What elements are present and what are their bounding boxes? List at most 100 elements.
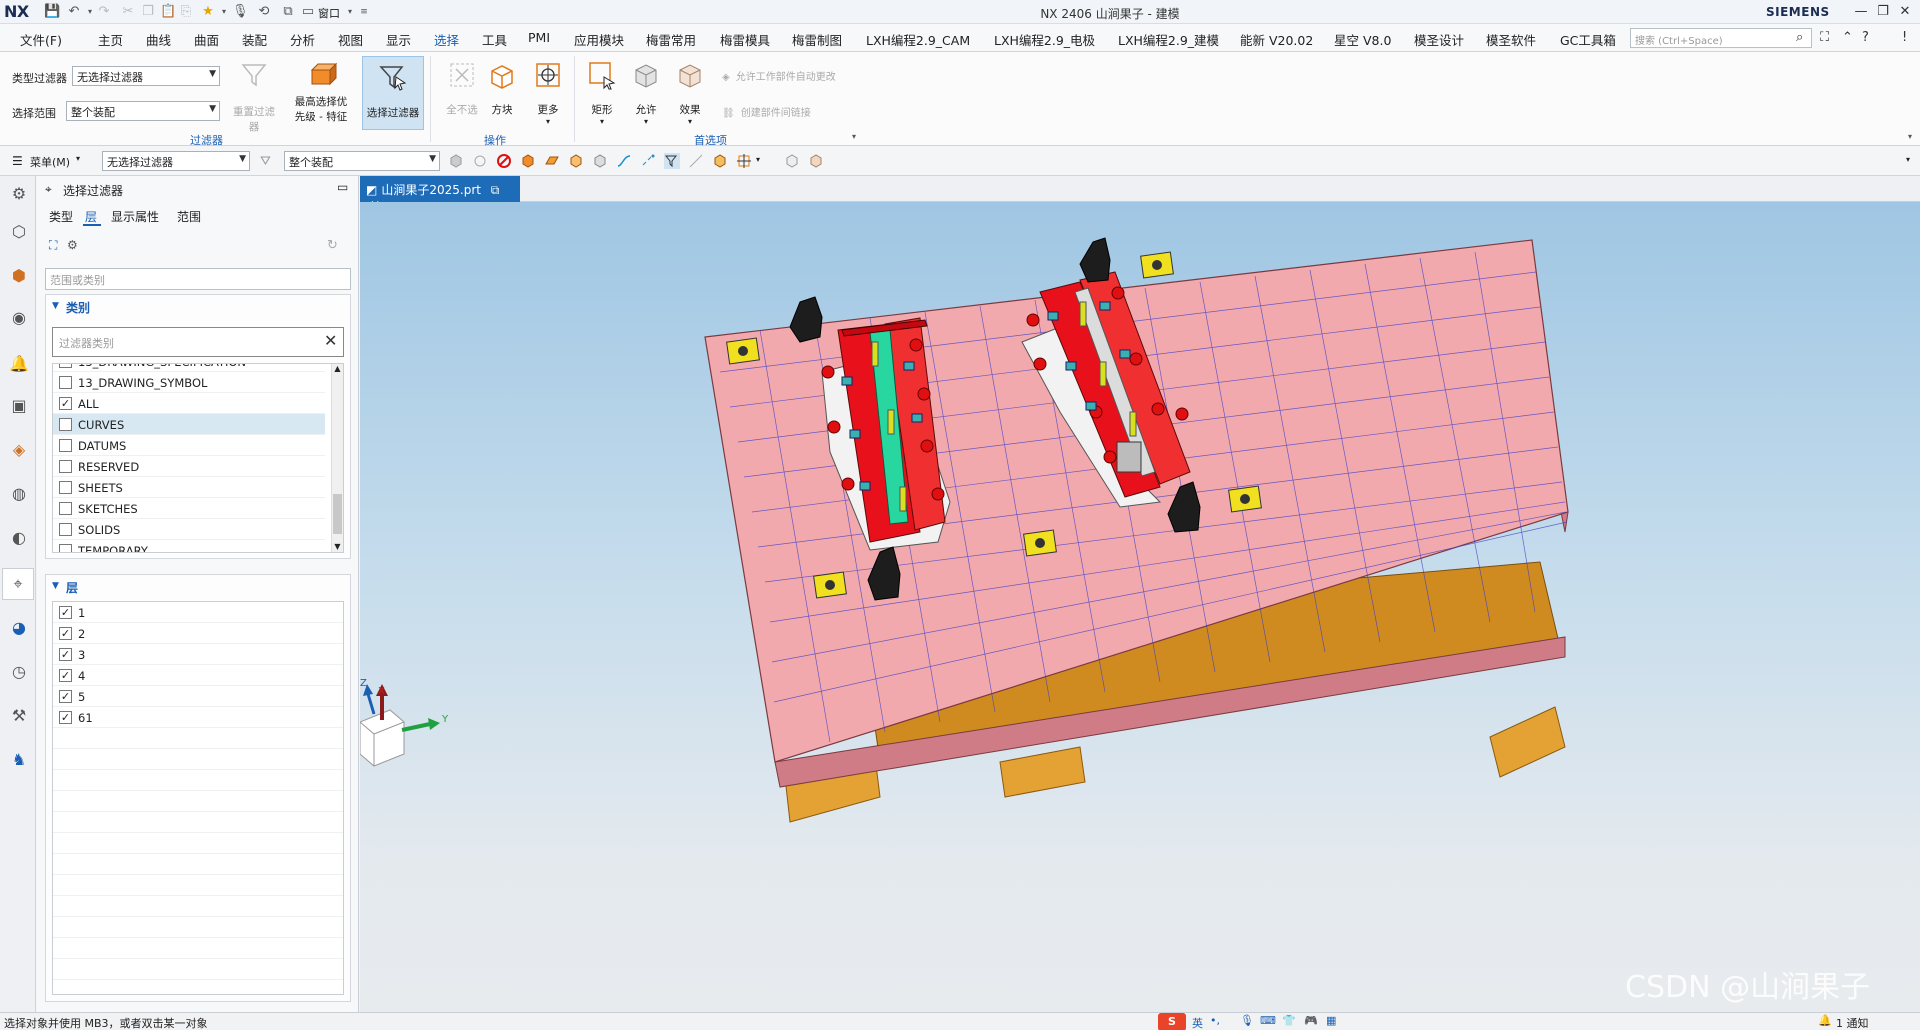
web-browser-icon[interactable]: ◈: [8, 438, 30, 460]
redo-icon[interactable]: ↷: [96, 4, 112, 20]
tab-lxh-modeling[interactable]: LXH编程2.9_建模: [1118, 30, 1219, 49]
panel-tab-display-props[interactable]: 显示属性: [111, 208, 159, 225]
toolbar-type-filter-combo[interactable]: 无选择过滤器 ▼: [102, 151, 250, 171]
layer-checkbox[interactable]: ✓: [59, 690, 72, 703]
layer-row[interactable]: ✓ 61: [53, 707, 343, 728]
face-icon[interactable]: [544, 153, 560, 169]
microphone-icon[interactable]: 🎙: [232, 4, 249, 20]
layer-checkbox[interactable]: ✓: [59, 606, 72, 619]
solid-body-icon[interactable]: [520, 153, 536, 169]
scroll-up-icon[interactable]: ▲: [332, 364, 343, 373]
category-checkbox[interactable]: [59, 418, 72, 431]
switch-window-icon[interactable]: ⧉: [280, 4, 296, 20]
type-filter-combo[interactable]: 无选择过滤器 ▼: [72, 66, 220, 86]
tab-applications[interactable]: 应用模块: [574, 30, 624, 49]
reuse-library-icon[interactable]: ▣: [8, 394, 30, 416]
history-palette-icon[interactable]: ◍: [8, 482, 30, 504]
save-icon[interactable]: 💾: [44, 4, 60, 20]
tab-meilei-mold[interactable]: 梅雷模具: [720, 30, 770, 49]
command-search-input[interactable]: 搜索 (Ctrl+Space): [1630, 28, 1812, 48]
search-icon[interactable]: ⌕: [1796, 30, 1803, 45]
select-filter-button[interactable]: 选择过滤器: [362, 56, 424, 130]
feature-select-icon[interactable]: [448, 153, 464, 169]
tab-select[interactable]: 选择: [431, 30, 462, 55]
close-icon[interactable]: ✕: [1894, 3, 1916, 21]
layer-filter-icon[interactable]: ⛶: [49, 238, 57, 253]
ime-punct-icon[interactable]: •,: [1210, 1014, 1220, 1027]
body-icon[interactable]: [592, 153, 608, 169]
category-checkbox[interactable]: [59, 481, 72, 494]
category-checkbox[interactable]: [59, 502, 72, 515]
category-checkbox[interactable]: [59, 376, 72, 389]
selection-filter-nav-icon[interactable]: ⌖: [2, 568, 34, 600]
category-row[interactable]: RESERVED: [53, 456, 325, 477]
menu-icon[interactable]: ☰: [12, 154, 23, 168]
category-row[interactable]: SHEETS: [53, 477, 325, 498]
process-studio-icon[interactable]: ◐: [8, 526, 30, 548]
tab-meilei-drawing[interactable]: 梅雷制图: [792, 30, 842, 49]
layer-row[interactable]: ✓ 4: [53, 665, 343, 686]
tab-float-icon[interactable]: ⧉: [491, 183, 500, 197]
curve-icon[interactable]: [616, 153, 632, 169]
sketch-icon[interactable]: [688, 153, 704, 169]
globe-icon[interactable]: ◕: [8, 616, 30, 638]
tab-assembly[interactable]: 装配: [242, 30, 267, 49]
assembly-icon[interactable]: [712, 153, 728, 169]
reset-icon[interactable]: ↻: [327, 238, 338, 253]
alert-icon[interactable]: !: [1902, 30, 1907, 45]
tab-tools[interactable]: 工具: [482, 30, 507, 49]
reset-filter-button[interactable]: 重置过滤器: [228, 58, 280, 134]
tab-meilei-common[interactable]: 梅雷常用: [646, 30, 696, 49]
category-checkbox[interactable]: [59, 460, 72, 473]
category-row[interactable]: DATUMS: [53, 435, 325, 456]
chevron-down-icon[interactable]: ▼: [52, 581, 59, 591]
layer-settings-icon[interactable]: ⚙: [67, 238, 78, 252]
clear-filter-icon[interactable]: ✕: [324, 331, 337, 350]
ime-toolbox-icon[interactable]: ▦: [1326, 1014, 1336, 1027]
clock-icon[interactable]: ◷: [8, 660, 30, 682]
tab-xingkong[interactable]: 星空 V8.0: [1334, 30, 1391, 49]
customize-qat-icon[interactable]: ≡: [356, 4, 372, 20]
window-menu[interactable]: 窗口: [318, 5, 340, 21]
category-scrollbar[interactable]: ▲ ▼: [331, 364, 343, 552]
fullscreen-icon[interactable]: ⛶: [1820, 30, 1829, 45]
scope-combo[interactable]: 整个装配 ▼: [66, 101, 220, 121]
tab-view[interactable]: 视图: [338, 30, 363, 49]
cut-icon[interactable]: ✂: [120, 4, 136, 20]
help-icon[interactable]: ?: [1862, 30, 1869, 45]
point-icon[interactable]: [640, 153, 656, 169]
tab-nengxin[interactable]: 能新 V20.02: [1240, 30, 1313, 49]
toolbar-options-icon[interactable]: ▾: [1906, 155, 1910, 164]
layer-row[interactable]: ✓ 1: [53, 602, 343, 623]
snap-point-icon[interactable]: [736, 153, 752, 169]
layer-checkbox[interactable]: ✓: [59, 648, 72, 661]
category-row[interactable]: TEMPORARY: [53, 540, 325, 552]
ime-game-icon[interactable]: 🎮: [1304, 1014, 1318, 1027]
graphics-viewport[interactable]: Z X Y CSDN @山涧果子: [360, 202, 1920, 1012]
repeat-command-icon[interactable]: ⟲: [256, 4, 272, 20]
block-select-button[interactable]: 方块: [476, 58, 528, 117]
restore-icon[interactable]: ❐: [1872, 3, 1894, 21]
sogou-ime-icon[interactable]: S: [1158, 1013, 1186, 1030]
part-navigator-icon[interactable]: ⬡: [8, 220, 30, 242]
tab-surface[interactable]: 曲面: [194, 30, 219, 49]
panel-tab-type[interactable]: 类型: [49, 208, 73, 225]
layer-checkbox[interactable]: ✓: [59, 711, 72, 724]
copy-icon[interactable]: ❐: [140, 4, 156, 20]
tab-gc-toolbox[interactable]: GC工具箱: [1560, 30, 1616, 49]
tab-display[interactable]: 显示: [386, 30, 411, 49]
range-category-input[interactable]: 范围或类别: [45, 268, 351, 290]
category-checkbox[interactable]: ✓: [59, 397, 72, 410]
ime-keyboard-icon[interactable]: ⌨: [1260, 1014, 1276, 1027]
select-mode-icon[interactable]: [664, 153, 680, 169]
category-checkbox[interactable]: [59, 544, 72, 552]
panel-tab-layer[interactable]: 层: [85, 208, 97, 225]
tab-lxh-electrode[interactable]: LXH编程2.9_电极: [994, 30, 1095, 49]
effect-button[interactable]: 效果 ▾: [664, 58, 716, 126]
roles-icon[interactable]: ♞: [8, 748, 30, 770]
tab-pmi[interactable]: PMI: [528, 30, 550, 45]
category-row[interactable]: 13_DRAWING_SYMBOL: [53, 372, 325, 393]
more-button[interactable]: 更多 ▾: [522, 58, 574, 126]
toolbar-scope-combo[interactable]: 整个装配 ▼: [284, 151, 440, 171]
highest-priority-button[interactable]: 最高选择优 先级 - 特征: [286, 58, 356, 124]
